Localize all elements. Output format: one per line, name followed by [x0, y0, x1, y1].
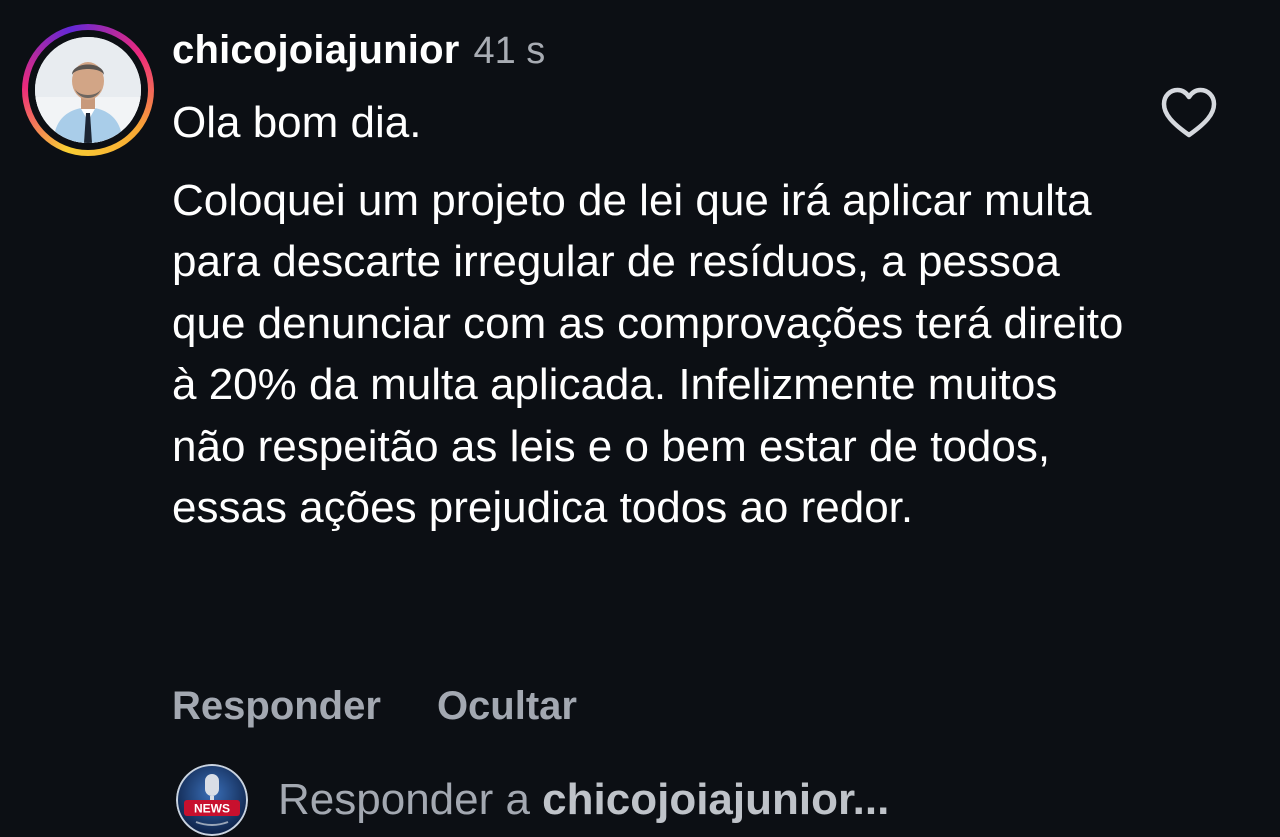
- comment-thread: chicojoiajunior 41 s Ola bom dia. Coloqu…: [0, 0, 1280, 837]
- avatar[interactable]: [35, 37, 141, 143]
- news-logo: NEWS: [176, 764, 248, 836]
- reply-placeholder-target: chicojoiajunior...: [542, 775, 890, 824]
- comment-text: Ola bom dia. Coloquei um projeto de lei …: [172, 92, 1132, 539]
- comment-body: Coloquei um projeto de lei que irá aplic…: [172, 175, 1124, 533]
- reply-input[interactable]: Responder a chicojoiajunior...: [278, 775, 889, 825]
- comment-greeting: Ola bom dia.: [172, 98, 422, 147]
- username[interactable]: chicojoiajunior: [172, 28, 459, 73]
- heart-icon: [1161, 87, 1217, 138]
- comment-actions: Responder Ocultar: [172, 684, 577, 729]
- avatar-photo: [35, 37, 141, 143]
- hide-button[interactable]: Ocultar: [437, 684, 577, 729]
- reply-placeholder-prefix: Responder a: [278, 775, 543, 824]
- story-ring[interactable]: [22, 24, 154, 156]
- like-button[interactable]: [1160, 86, 1218, 140]
- reply-composer[interactable]: NEWS Responder a chicojoiajunior...: [176, 764, 889, 836]
- current-user-avatar[interactable]: NEWS: [176, 764, 248, 836]
- comment-header: chicojoiajunior 41 s: [172, 28, 545, 73]
- logo-text: NEWS: [194, 802, 230, 816]
- timestamp: 41 s: [473, 30, 546, 72]
- avatar-gap: [28, 30, 148, 150]
- reply-button[interactable]: Responder: [172, 684, 381, 729]
